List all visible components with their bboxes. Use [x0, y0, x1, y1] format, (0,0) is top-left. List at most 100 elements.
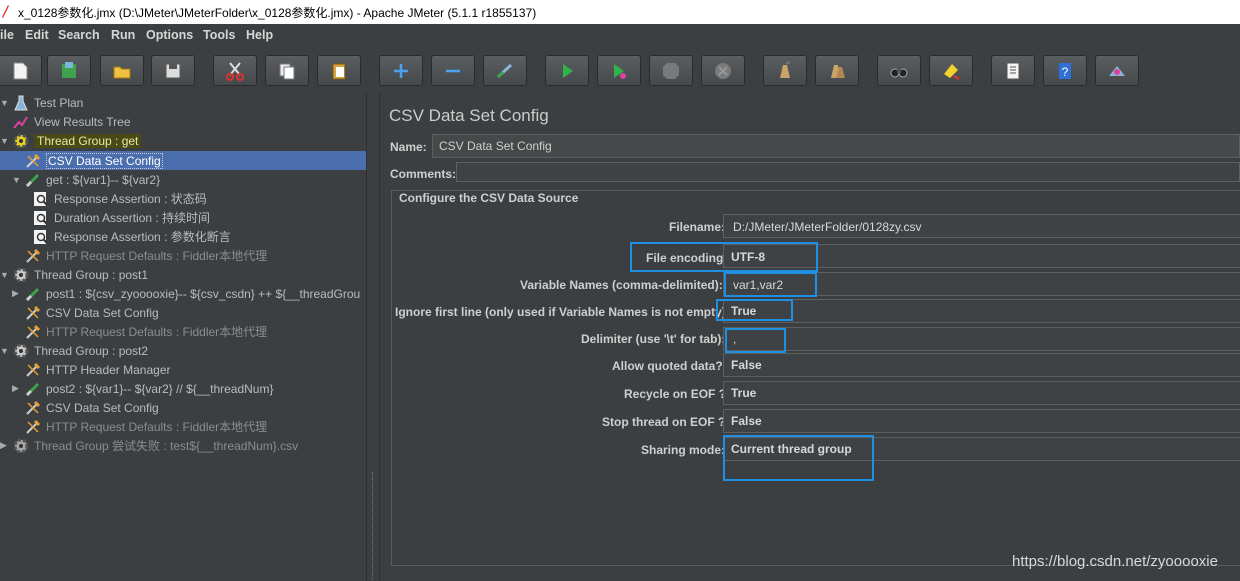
name-field[interactable]: CSV Data Set Config [432, 134, 1240, 158]
delimiter-label: Delimiter (use '\t' for tab): [581, 332, 726, 346]
menu-options[interactable]: Options [146, 28, 193, 42]
menu-run[interactable]: Run [111, 28, 135, 42]
tree-node-label: Response Assertion : 状态码 [54, 192, 207, 206]
paste-button[interactable] [317, 55, 361, 86]
shutdown-button[interactable] [701, 55, 745, 86]
open-icon [113, 66, 131, 78]
config-icon [24, 152, 42, 170]
tree-node-get-sampler[interactable]: ▼ get : ${var1}-- ${var2} [12, 170, 160, 189]
tree-node-post1-sampler[interactable]: ▶ post1 : ${csv_zyooooxie}-- ${csv_csdn}… [12, 284, 360, 303]
sampler-icon [24, 285, 42, 303]
clear-all-icon [831, 64, 845, 78]
allow-quoted-label: Allow quoted data?: [612, 359, 727, 373]
remote-icon [1109, 65, 1125, 76]
tree-node-thread-group-post2[interactable]: ▼ Thread Group : post2 [0, 341, 148, 360]
expand-icon [394, 63, 408, 78]
tree-node-label: HTTP Request Defaults : Fiddler本地代理 [46, 325, 268, 339]
config-icon [24, 304, 42, 322]
stop-button[interactable] [649, 55, 693, 86]
stop-thread-on-eof-label: Stop thread on EOF ?: [602, 415, 730, 429]
recycle-on-eof-value: True [731, 386, 757, 400]
expand-arrow-icon[interactable]: ▼ [0, 270, 10, 280]
shutdown-icon [715, 62, 731, 79]
expand-arrow-icon[interactable]: ▶ [12, 288, 22, 299]
tree-node-label: HTTP Request Defaults : Fiddler本地代理 [46, 249, 268, 263]
tree-node-thread-group-post1[interactable]: ▼ Thread Group : post1 [0, 265, 148, 284]
expand-arrow-icon[interactable]: ▶ [0, 440, 10, 451]
toggle-icon [496, 63, 513, 78]
templates-icon [62, 61, 76, 78]
tree-node-http-defaults-1[interactable]: HTTP Request Defaults : Fiddler本地代理 [24, 246, 267, 265]
menu-help[interactable]: Help [246, 28, 273, 42]
menu-bar: ile Edit Search Run Options Tools Help [0, 24, 1240, 48]
function-helper-button[interactable] [991, 55, 1035, 86]
menu-file[interactable]: ile [0, 28, 14, 42]
comments-field[interactable] [456, 162, 1240, 182]
listener-icon [12, 113, 30, 131]
stop-thread-on-eof-field[interactable] [723, 409, 1240, 433]
start-no-pauses-button[interactable] [597, 55, 641, 86]
recycle-on-eof-field[interactable] [723, 381, 1240, 405]
stop-thread-on-eof-value: False [731, 414, 762, 428]
tree-node-response-assertion-param[interactable]: Response Assertion : 参数化断言 [32, 227, 231, 246]
delimiter-field[interactable] [723, 327, 1240, 351]
tree-node-http-header-manager[interactable]: HTTP Header Manager [24, 360, 171, 379]
menu-tools[interactable]: Tools [203, 28, 235, 42]
open-button[interactable] [100, 55, 144, 86]
save-icon [165, 63, 181, 78]
copy-icon [279, 63, 295, 79]
allow-quoted-field[interactable] [723, 353, 1240, 377]
reset-search-icon [944, 63, 960, 80]
menu-edit[interactable]: Edit [25, 28, 49, 42]
tree-node-http-defaults-2[interactable]: HTTP Request Defaults : Fiddler本地代理 [24, 322, 267, 341]
menu-search[interactable]: Search [58, 28, 100, 42]
ignore-first-line-field[interactable] [723, 299, 1240, 323]
tree-node-test-plan[interactable]: ▼ Test Plan [0, 93, 83, 112]
tree-node-post2-sampler[interactable]: ▶ post2 : ${var1}-- ${var2} // ${__threa… [12, 379, 273, 398]
stop-icon [663, 62, 679, 79]
reset-search-button[interactable] [929, 55, 973, 86]
assertion-icon [32, 209, 50, 227]
thread-group-icon [12, 132, 30, 150]
search-icon [890, 68, 908, 77]
expand-arrow-icon[interactable]: ▼ [12, 175, 22, 185]
test-plan-tree[interactable]: ▼ Test Plan View Results Tree ▼ Thread G… [0, 92, 366, 581]
toggle-button[interactable] [483, 55, 527, 86]
tree-node-csv-data-set-config-2[interactable]: CSV Data Set Config [24, 303, 159, 322]
cut-button[interactable] [213, 55, 257, 86]
allow-quoted-value: False [731, 358, 762, 372]
comments-label: Comments: [390, 167, 457, 181]
start-button[interactable] [545, 55, 589, 86]
clear-button[interactable] [763, 55, 807, 86]
expand-arrow-icon[interactable]: ▶ [12, 383, 22, 394]
expand-arrow-icon[interactable]: ▼ [0, 136, 10, 146]
tree-node-thread-group-get[interactable]: ▼ Thread Group : get [0, 131, 142, 150]
copy-button[interactable] [265, 55, 309, 86]
help-button[interactable]: ? [1043, 55, 1087, 86]
watermark: https://blog.csdn.net/zyooooxie [1012, 553, 1218, 570]
save-button[interactable] [151, 55, 195, 86]
tree-node-response-assertion-status[interactable]: Response Assertion : 状态码 [32, 189, 207, 208]
tree-node-duration-assertion[interactable]: Duration Assertion : 持续时间 [32, 208, 210, 227]
panel-splitter[interactable] [366, 92, 380, 581]
clear-all-button[interactable] [815, 55, 859, 86]
collapse-all-button[interactable] [431, 55, 475, 86]
new-button[interactable] [0, 55, 42, 86]
assertion-icon [32, 228, 50, 246]
tree-node-csv-data-set-config-selected[interactable]: CSV Data Set Config [0, 151, 366, 170]
expand-all-button[interactable] [379, 55, 423, 86]
search-button[interactable] [877, 55, 921, 86]
toolbar: ? [0, 48, 1240, 92]
tree-node-http-defaults-3[interactable]: HTTP Request Defaults : Fiddler本地代理 [24, 417, 267, 436]
remote-button[interactable] [1095, 55, 1139, 86]
templates-button[interactable] [47, 55, 91, 86]
tree-node-view-results-tree[interactable]: View Results Tree [12, 112, 131, 131]
annotation-box-ignore-first [716, 299, 793, 321]
sampler-icon [24, 171, 42, 189]
expand-arrow-icon[interactable]: ▼ [0, 98, 10, 108]
expand-arrow-icon[interactable]: ▼ [0, 346, 10, 356]
splitter-grip[interactable] [372, 472, 375, 581]
cut-icon [226, 61, 244, 81]
tree-node-csv-data-set-config-3[interactable]: CSV Data Set Config [24, 398, 159, 417]
tree-node-thread-group-failed[interactable]: ▶ Thread Group 尝试失败 : test${__threadNum}… [0, 436, 298, 455]
